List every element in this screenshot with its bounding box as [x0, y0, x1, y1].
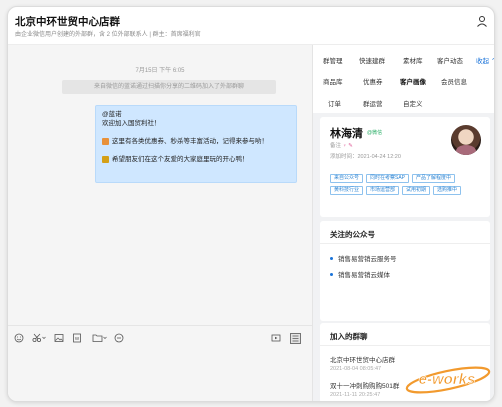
bullet-icon [330, 256, 333, 260]
group-item-name[interactable]: 北京中环世贸中心店群 [330, 354, 395, 364]
customer-profile-card: 林海清 @微信 备注 ♀ ✎ 添加时间：2021-04-24 12:20 来自公… [320, 117, 490, 217]
tab-quick-create[interactable]: 快速建群 [359, 55, 385, 65]
group-title: 北京中环世贸中心店群 [15, 16, 120, 28]
tab-material[interactable]: 素材库 [403, 55, 423, 65]
account-name: 销售易营销云服务号 [338, 256, 397, 263]
mention-line: @蓝诺 [102, 111, 122, 118]
folder-icon[interactable] [92, 333, 107, 343]
side-panel: 群管理 快速建群 素材库 客户动态 收起 ⌃ 商品库 优惠券 客户画像 会员信息… [312, 45, 494, 401]
wechat-badge: @微信 [367, 130, 383, 136]
group-item-time: 2021-08-04 08:05:47 [330, 366, 382, 372]
user-icon[interactable] [476, 15, 488, 27]
collapse-link[interactable]: 收起 ⌃ [476, 55, 494, 65]
customer-tag[interactable]: 黄科技行业 [330, 186, 364, 195]
tab-products[interactable]: 商品库 [323, 76, 343, 86]
account-item[interactable]: 销售易营销云媒体 [330, 269, 390, 279]
customer-tag[interactable]: 选购推中 [433, 186, 462, 195]
avatar [451, 125, 481, 155]
customer-tag[interactable]: 来自公众号 [330, 174, 364, 183]
customer-name: 林海清 [330, 128, 363, 140]
customer-remark[interactable]: 备注 ♀ ✎ [330, 141, 353, 149]
customer-tag[interactable]: 产品了解程度中 [412, 174, 456, 183]
tab-member-info[interactable]: 会员信息 [441, 76, 467, 86]
tab-customer-activity[interactable]: 客户动态 [437, 55, 463, 65]
tab-customer-profile[interactable]: 客户画像 [400, 76, 426, 86]
gift-icon [102, 138, 109, 145]
e-works-watermark: e-works [405, 366, 491, 394]
video-icon[interactable] [271, 333, 281, 343]
scissors-icon[interactable] [32, 333, 46, 343]
customer-tags: 来自公众号 同时在考察SAP 产品了解程度中 黄科技行业 市场运营部 试用初期 … [330, 174, 482, 195]
image-icon[interactable] [54, 333, 64, 343]
message-timestamp: 7月15日 下午 6:05 [135, 68, 185, 74]
clap-icon [102, 156, 109, 163]
promo-line: 这里有各类优惠券、秒杀等丰富活动，记得来参与哟！ [112, 138, 268, 145]
remark-label: 备注 [330, 143, 342, 149]
chat-header: 北京中环世贸中心店群 由企业微信用户创建的外部群，含 2 位外部联系人 | 群主… [8, 7, 494, 45]
groups-title: 加入的群聊 [330, 332, 368, 341]
emoji-icon[interactable] [14, 333, 24, 343]
added-time: 添加时间：2021-04-24 12:20 [330, 154, 401, 160]
system-message: 来自微信的蓝诺通过扫描你分享的二维码加入了外部群聊 [62, 80, 276, 94]
customer-tag[interactable]: 同时在考察SAP [366, 174, 410, 183]
group-item-name[interactable]: 双十一冲刺购购购501群 [330, 380, 399, 390]
accounts-title: 关注的公众号 [330, 230, 375, 239]
customer-tag[interactable]: 市场运营部 [366, 186, 400, 195]
message-bubble[interactable]: @蓝诺 欢迎加入国贸利社！ 这里有各类优惠券、秒杀等丰富活动，记得来参与哟！ 希… [95, 105, 297, 183]
followed-accounts-card: 关注的公众号 销售易营销云服务号 销售易营销云媒体 [320, 221, 490, 321]
tab-group-ops[interactable]: 群运营 [363, 98, 383, 108]
app-window: 北京中环世贸中心店群 由企业微信用户创建的外部群，含 2 位外部联系人 | 群主… [7, 6, 495, 402]
tab-coupons[interactable]: 优惠券 [363, 76, 383, 86]
bullet-icon [330, 272, 333, 276]
message-area: 7月15日 下午 6:05 来自微信的蓝诺通过扫描你分享的二维码加入了外部群聊 … [8, 45, 312, 325]
wish-line: 希望朋友们在这个友爱的大家庭里玩的开心鸭！ [112, 156, 249, 163]
tab-orders[interactable]: 订单 [328, 98, 341, 108]
more-icon[interactable] [114, 333, 124, 343]
panel-tabs: 群管理 快速建群 素材库 客户动态 收起 ⌃ 商品库 优惠券 客户画像 会员信息… [313, 45, 494, 113]
tab-group-manage[interactable]: 群管理 [323, 55, 343, 65]
tab-custom[interactable]: 自定义 [403, 98, 423, 108]
account-item[interactable]: 销售易营销云服务号 [330, 253, 397, 263]
customer-tag[interactable]: 试用初期 [402, 186, 431, 195]
message-input-area[interactable]: W [8, 325, 312, 401]
group-subtitle: 由企业微信用户创建的外部群，含 2 位外部联系人 | 群主：首席福利官 [15, 32, 201, 38]
welcome-line: 欢迎加入国贸利社！ [102, 120, 161, 127]
gender-edit-icon[interactable]: ♀ ✎ [343, 143, 353, 149]
svg-text:W: W [75, 336, 80, 341]
account-name: 销售易营销云媒体 [338, 272, 390, 279]
group-item-time: 2021-11-11 20:25:47 [330, 392, 381, 398]
sidebar-toggle-icon[interactable] [290, 332, 301, 344]
svg-text:e-works: e-works [419, 371, 476, 388]
document-icon[interactable]: W [72, 333, 82, 343]
